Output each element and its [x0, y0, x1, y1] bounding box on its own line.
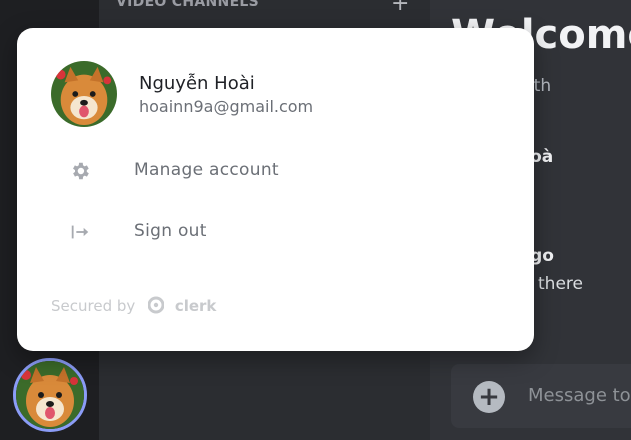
user-avatar-button[interactable] — [13, 358, 87, 432]
avatar — [51, 61, 117, 127]
secured-by-text: Secured by — [51, 297, 136, 315]
add-attachment-button[interactable]: + — [473, 381, 505, 413]
manage-account-label: Manage account — [134, 160, 279, 180]
app-window: VIDEO CHANNELS + Welcome e start of th g… — [0, 0, 631, 440]
plus-icon[interactable]: + — [391, 0, 409, 15]
secured-by-footer: Secured by clerk — [51, 296, 216, 315]
user-email: hoainn9a@gmail.com — [139, 97, 314, 116]
manage-account-button[interactable]: Manage account — [51, 150, 491, 190]
clerk-brand: clerk — [174, 297, 217, 315]
user-name: Nguyễn Hoài — [139, 73, 255, 94]
sign-out-button[interactable]: Sign out — [51, 211, 491, 251]
avatar-image — [16, 361, 84, 429]
user-popover: Nguyễn Hoài hoainn9a@gmail.com Manage ac… — [17, 28, 534, 351]
message-composer[interactable]: + Message to — [451, 364, 631, 428]
clerk-logo-icon — [148, 296, 165, 314]
message-input[interactable]: Message to — [528, 385, 631, 406]
gear-icon — [69, 160, 91, 182]
sign-out-icon — [69, 221, 91, 243]
video-channels-header: VIDEO CHANNELS — [116, 0, 260, 10]
avatar-image — [51, 61, 117, 127]
sign-out-label: Sign out — [134, 221, 207, 241]
message-text: there — [538, 274, 583, 294]
